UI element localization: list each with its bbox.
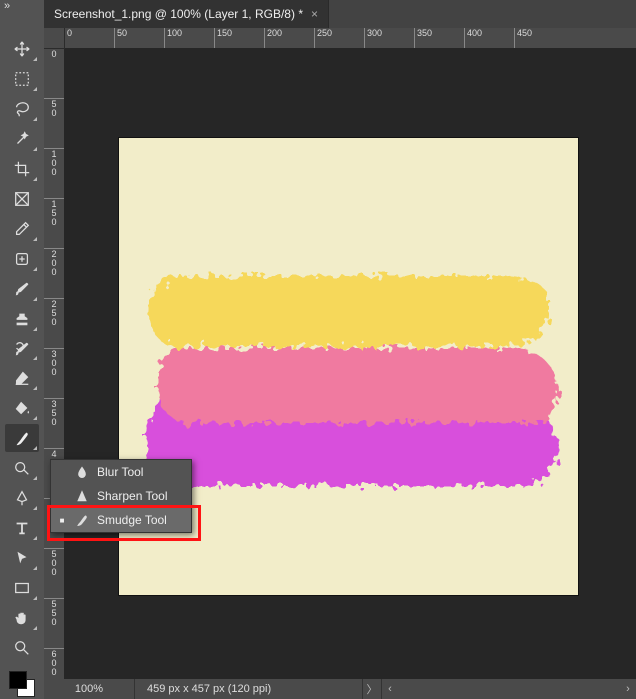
ruler-v-tick: 0: [44, 48, 64, 59]
flyout-item-smudge[interactable]: ■ Smudge Tool: [51, 508, 191, 532]
document-tab-title: Screenshot_1.png @ 100% (Layer 1, RGB/8)…: [54, 7, 303, 21]
flyout-label: Smudge Tool: [97, 513, 167, 527]
smudge-tool[interactable]: [5, 424, 39, 452]
rectangle-tool[interactable]: [5, 574, 39, 602]
workspace[interactable]: [64, 48, 636, 679]
scroll-right-icon[interactable]: ›: [620, 683, 636, 695]
close-icon[interactable]: ×: [311, 7, 318, 21]
move-tool[interactable]: [5, 35, 39, 63]
hand-tool[interactable]: [5, 604, 39, 632]
ruler-vertical[interactable]: 050100150200250300350400450500550600: [44, 48, 65, 679]
ruler-v-tick: 100: [44, 148, 64, 177]
status-bar: 100% 459 px x 457 px (120 ppi) 〉 ‹ ›: [44, 679, 636, 699]
paint-stroke-yellow: [149, 276, 549, 346]
paint-stroke-pink: [159, 348, 559, 423]
clone-stamp-tool[interactable]: [5, 305, 39, 333]
ruler-v-tick: 50: [44, 98, 64, 118]
paint-bucket-tool[interactable]: [5, 394, 39, 422]
eyedropper-tool[interactable]: [5, 215, 39, 243]
ruler-v-tick: 350: [44, 398, 64, 427]
document-info[interactable]: 459 px x 457 px (120 ppi): [135, 679, 363, 699]
zoom-field[interactable]: 100%: [44, 679, 135, 699]
crop-tool[interactable]: [5, 155, 39, 183]
ruler-h-tick: 250: [314, 28, 332, 48]
ruler-v-tick: 250: [44, 298, 64, 327]
triangle-icon: [75, 489, 89, 503]
eraser-tool[interactable]: [5, 364, 39, 392]
flyout-label: Blur Tool: [97, 465, 143, 479]
ruler-v-tick: 300: [44, 348, 64, 377]
smudge-icon: [75, 513, 89, 527]
ruler-h-tick: 150: [214, 28, 232, 48]
flyout-check: ■: [57, 516, 67, 525]
ruler-h-tick: 300: [364, 28, 382, 48]
ruler-v-tick: 150: [44, 198, 64, 227]
droplet-icon: [75, 465, 89, 479]
pen-tool[interactable]: [5, 484, 39, 512]
toolbox: [0, 12, 44, 699]
ruler-h-tick: 450: [514, 28, 532, 48]
ruler-v-tick: 600: [44, 648, 64, 677]
marquee-tool[interactable]: [5, 65, 39, 93]
color-wells[interactable]: [7, 669, 37, 699]
info-expand-icon[interactable]: 〉: [363, 679, 382, 699]
frame-tool[interactable]: [5, 185, 39, 213]
ruler-h-tick: 200: [264, 28, 282, 48]
ruler-h-tick: 350: [414, 28, 432, 48]
ruler-h-tick: 50: [114, 28, 127, 48]
ruler-h-tick: 400: [464, 28, 482, 48]
flyout-item-blur[interactable]: Blur Tool: [51, 460, 191, 484]
ruler-horizontal[interactable]: 0 50 100 150 200 250 300 350 400 450: [44, 28, 636, 49]
flyout-item-sharpen[interactable]: Sharpen Tool: [51, 484, 191, 508]
tool-flyout: Blur Tool Sharpen Tool ■ Smudge Tool: [50, 459, 192, 533]
ruler-v-tick: 200: [44, 248, 64, 277]
brush-tool[interactable]: [5, 275, 39, 303]
foreground-color-swatch[interactable]: [9, 671, 27, 689]
zoom-tool[interactable]: [5, 634, 39, 662]
horizontal-scrollbar[interactable]: ‹ ›: [382, 679, 636, 699]
type-tool[interactable]: [5, 514, 39, 542]
magic-wand-tool[interactable]: [5, 125, 39, 153]
healing-brush-tool[interactable]: [5, 245, 39, 273]
document-tab[interactable]: Screenshot_1.png @ 100% (Layer 1, RGB/8)…: [44, 0, 329, 28]
app-root: » Screenshot_1.png @ 100% (Layer 1, RGB/…: [0, 0, 636, 699]
chevron-right-icon: »: [4, 0, 10, 12]
options-bar-collapse[interactable]: »: [0, 0, 44, 12]
document-tab-bar: Screenshot_1.png @ 100% (Layer 1, RGB/8)…: [44, 0, 636, 28]
ruler-h-tick: 100: [164, 28, 182, 48]
lasso-tool[interactable]: [5, 95, 39, 123]
ruler-v-tick: 550: [44, 598, 64, 627]
flyout-label: Sharpen Tool: [97, 489, 168, 503]
dodge-tool[interactable]: [5, 454, 39, 482]
ruler-v-tick: 500: [44, 548, 64, 577]
scroll-left-icon[interactable]: ‹: [382, 683, 398, 695]
history-brush-tool[interactable]: [5, 335, 39, 363]
ruler-origin[interactable]: [44, 28, 65, 49]
ruler-h-tick: 0: [64, 28, 72, 48]
path-selection-tool[interactable]: [5, 544, 39, 572]
